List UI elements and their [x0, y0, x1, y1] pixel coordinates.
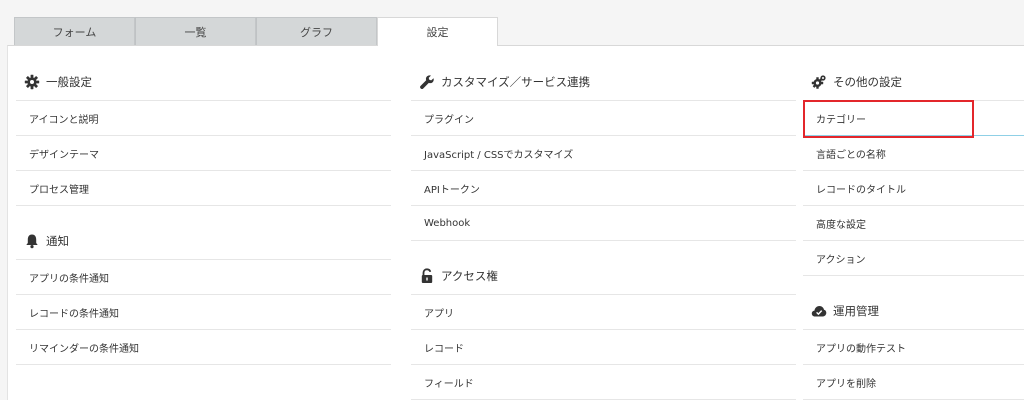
menu-item-category[interactable]: カテゴリー: [803, 101, 1024, 136]
menu-item-advanced-settings[interactable]: 高度な設定: [803, 206, 1024, 241]
settings-column-2: カスタマイズ／サービス連携 プラグイン JavaScript / CSSでカスタ…: [411, 63, 796, 400]
menu-item-access-app[interactable]: アプリ: [411, 295, 796, 330]
section-header-ops: 運用管理: [803, 292, 1024, 330]
tab-form[interactable]: フォーム: [14, 17, 135, 45]
settings-column-3: その他の設定 カテゴリー 言語ごとの名称 レコードのタイトル 高度な設定 アクシ…: [803, 63, 1024, 400]
section-header-access: アクセス権: [411, 257, 796, 295]
section-title-customize: カスタマイズ／サービス連携: [441, 74, 591, 89]
menu-item-access-record[interactable]: レコード: [411, 330, 796, 365]
menu-item-app-test[interactable]: アプリの動作テスト: [803, 330, 1024, 365]
menu-item-webhook[interactable]: Webhook: [411, 206, 796, 241]
menu-item-js-css-customize[interactable]: JavaScript / CSSでカスタマイズ: [411, 136, 796, 171]
settings-panel: 一般設定 アイコンと説明 デザインテーマ プロセス管理 通知 アプリの条件通知 …: [7, 45, 1024, 400]
menu-item-process-management[interactable]: プロセス管理: [16, 171, 391, 206]
section-title-access: アクセス権: [441, 268, 498, 283]
menu-item-record-title[interactable]: レコードのタイトル: [803, 171, 1024, 206]
menu-item-language-names[interactable]: 言語ごとの名称: [803, 136, 1024, 171]
wrench-icon: [419, 74, 435, 90]
menu-item-design-theme[interactable]: デザインテーマ: [16, 136, 391, 171]
gear-icon: [24, 74, 40, 90]
cloud-icon: [811, 303, 827, 319]
section-title-other: その他の設定: [833, 74, 902, 89]
tab-list[interactable]: 一覧: [135, 17, 256, 45]
tab-settings[interactable]: 設定: [377, 17, 498, 46]
lock-icon: [419, 267, 435, 284]
menu-item-api-token[interactable]: APIトークン: [411, 171, 796, 206]
bell-icon: [24, 233, 40, 249]
section-header-other: その他の設定: [803, 63, 1024, 101]
tab-bar: フォーム 一覧 グラフ 設定: [14, 17, 498, 46]
section-title-ops: 運用管理: [833, 303, 879, 318]
menu-item-reminder-notification[interactable]: リマインダーの条件通知: [16, 330, 391, 365]
menu-item-icon-description[interactable]: アイコンと説明: [16, 101, 391, 136]
menu-item-delete-app[interactable]: アプリを削除: [803, 365, 1024, 400]
menu-item-action[interactable]: アクション: [803, 241, 1024, 276]
section-header-notify: 通知: [16, 222, 391, 260]
gears-icon: [811, 74, 827, 90]
menu-item-access-field[interactable]: フィールド: [411, 365, 796, 400]
section-header-general: 一般設定: [16, 63, 391, 101]
tab-graph[interactable]: グラフ: [256, 17, 377, 45]
section-title-general: 一般設定: [46, 74, 92, 89]
menu-item-plugin[interactable]: プラグイン: [411, 101, 796, 136]
section-title-notify: 通知: [46, 233, 69, 248]
menu-item-record-notification[interactable]: レコードの条件通知: [16, 295, 391, 330]
section-header-customize: カスタマイズ／サービス連携: [411, 63, 796, 101]
settings-column-1: 一般設定 アイコンと説明 デザインテーマ プロセス管理 通知 アプリの条件通知 …: [16, 63, 391, 365]
menu-item-app-notification[interactable]: アプリの条件通知: [16, 260, 391, 295]
